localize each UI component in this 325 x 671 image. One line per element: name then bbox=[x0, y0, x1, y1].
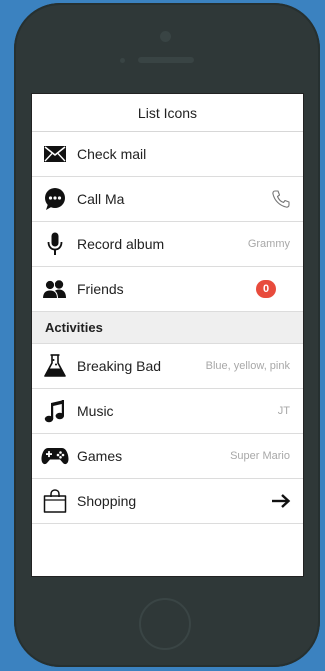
list-item-music[interactable]: Music JT bbox=[32, 389, 303, 434]
notification-badge: 0 bbox=[256, 280, 276, 298]
list-item-label: Games bbox=[77, 448, 123, 464]
section-title: Activities bbox=[45, 320, 103, 335]
list-item-friends[interactable]: Friends 0 bbox=[32, 267, 303, 312]
home-button[interactable] bbox=[139, 598, 191, 650]
list-item-label: Check mail bbox=[77, 146, 147, 162]
list-item-label: Friends bbox=[77, 281, 124, 297]
list-item-games[interactable]: Games Super Mario bbox=[32, 434, 303, 479]
list-item-detail: Super Mario bbox=[230, 450, 290, 462]
list-item-breaking-bad[interactable]: Breaking Bad Blue, yellow, pink bbox=[32, 344, 303, 389]
list-item-label: Breaking Bad bbox=[77, 358, 162, 374]
list-item-label: Music bbox=[77, 403, 114, 419]
camera bbox=[160, 31, 171, 42]
list-item-label: Call Ma bbox=[77, 191, 125, 207]
list-item-detail: Blue, yellow, pink bbox=[205, 360, 290, 372]
gamepad-icon bbox=[41, 442, 69, 470]
users-icon bbox=[41, 275, 69, 303]
list-item-detail: Grammy bbox=[247, 238, 290, 250]
list-item-detail: JT bbox=[277, 405, 290, 417]
list-item-check-mail[interactable]: Check mail bbox=[32, 132, 303, 177]
list-item-record-album[interactable]: Record album Grammy bbox=[32, 222, 303, 267]
chat-bubble-icon bbox=[41, 185, 69, 213]
speaker-grille bbox=[138, 57, 194, 63]
list-item-label: Record album bbox=[77, 236, 165, 252]
shopping-bag-icon bbox=[41, 487, 69, 515]
list-item-call-ma[interactable]: Call Ma bbox=[32, 177, 303, 222]
page-title: List Icons bbox=[137, 104, 198, 121]
microphone-icon bbox=[41, 230, 69, 258]
flask-icon bbox=[41, 352, 69, 380]
screen: List Icons Check mail Call Ma Record alb… bbox=[31, 93, 304, 577]
phone-icon[interactable] bbox=[271, 189, 291, 209]
arrow-right-icon[interactable] bbox=[271, 493, 291, 509]
envelope-icon bbox=[41, 140, 69, 168]
section-header-activities: Activities bbox=[32, 312, 303, 344]
list-item-label: Shopping bbox=[77, 493, 137, 509]
music-note-icon bbox=[41, 397, 69, 425]
sensor bbox=[120, 58, 125, 63]
navigation-bar: List Icons bbox=[32, 94, 303, 132]
list-item-shopping[interactable]: Shopping bbox=[32, 479, 303, 524]
